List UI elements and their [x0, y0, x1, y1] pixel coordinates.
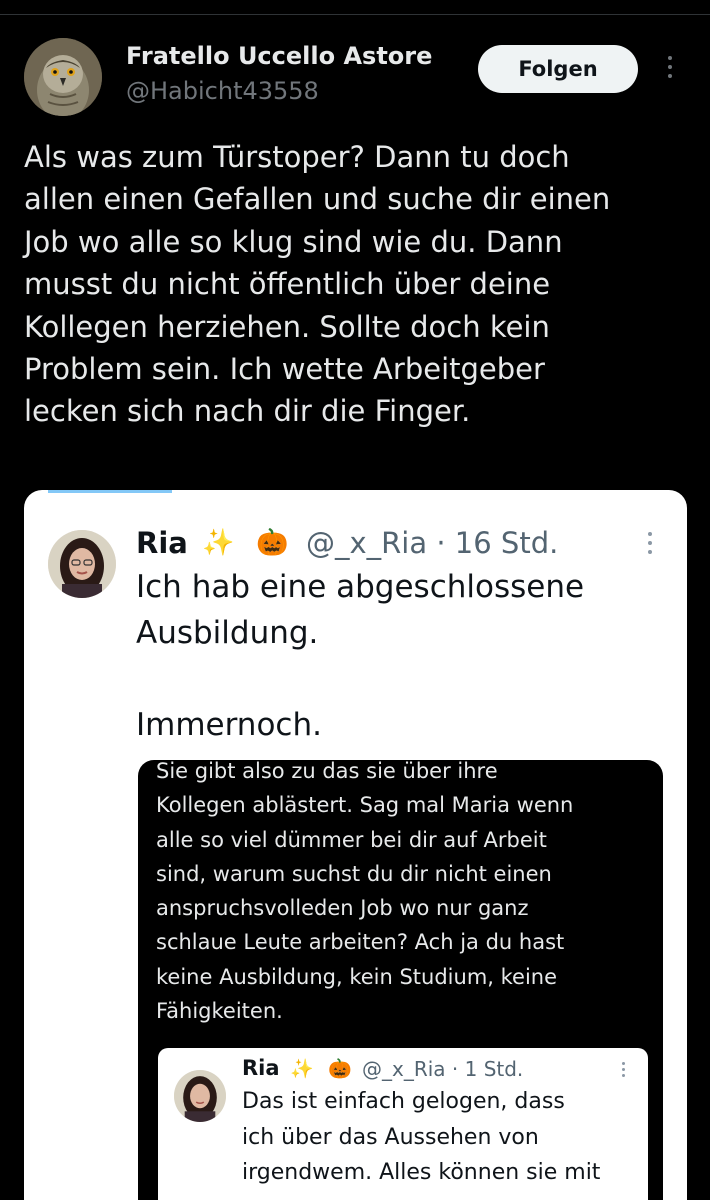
tweet-text: Als was zum Türstoper? Dann tu doch alle… — [24, 136, 694, 433]
author-display-name[interactable]: Fratello Uccello Astore — [126, 42, 432, 70]
inner-quote-line: Das ist einfach gelogen, dass — [242, 1089, 565, 1114]
ria-line — [136, 656, 584, 702]
more-vertical-icon[interactable] — [662, 56, 678, 86]
tweet-line: musst du nicht öffentlich über deine — [24, 267, 551, 302]
tweet-line: Problem sein. Ich wette Arbeitgeber — [24, 352, 545, 387]
ria-avatar — [48, 530, 116, 598]
dark-quote-text: Sie gibt also zu das sie über ihre Kolle… — [156, 760, 656, 1028]
tweet-line: lecken sich nach dir die Finger. — [24, 394, 471, 429]
pumpkin-icon: 🎃 — [328, 1058, 352, 1080]
follow-button[interactable]: Folgen — [478, 45, 638, 93]
tweet-line: Kollegen herziehen. Sollte doch kein — [24, 309, 550, 344]
ria-handle-time: @_x_Ria · 16 Std. — [306, 526, 559, 560]
screenshot-top-bar — [48, 490, 172, 493]
inner-quote-line: ich über das Aussehen von — [242, 1124, 539, 1150]
dark-quote-line: Kollegen ablästert. Sag mal Maria wenn — [156, 793, 574, 818]
hawk-avatar-icon — [24, 38, 102, 116]
ria-name: Ria — [136, 526, 188, 560]
inner-quote-text: Das ist einfach gelogen, dass ich über d… — [242, 1084, 600, 1191]
sparkles-icon: ✨ — [290, 1058, 314, 1080]
dark-quote-line: anspruchsvolleden Job wo nur ganz — [156, 896, 529, 921]
tweet-line: allen einen Gefallen und suche dir einen — [24, 182, 611, 217]
ria-avatar-small — [174, 1070, 226, 1122]
tweet-line: Als was zum Türstoper? Dann tu doch — [24, 140, 570, 174]
quoted-tweet-inner: Ria ✨ 🎃 @_x_Ria · 1 Std. Das ist einfach… — [158, 1048, 648, 1200]
quoted-tweet-dark: Sie gibt also zu das sie über ihre Kolle… — [138, 760, 663, 1200]
dark-quote-line: schlaue Leute arbeiten? Ach ja du hast — [156, 930, 565, 955]
ria-tweet-text: Ich hab eine abgeschlossene Ausbildung. … — [136, 564, 584, 748]
screenshot-more-icon — [646, 532, 654, 562]
dark-quote-line: Fähigkeiten. — [156, 999, 283, 1024]
author-avatar[interactable] — [24, 38, 102, 116]
inner-quote-line: irgendwem. Alles können sie mit — [242, 1160, 601, 1185]
ria-line: Immernoch. — [136, 707, 322, 743]
dark-quote-line: alle so viel dümmer bei dir auf Arbeit — [156, 827, 547, 852]
inner-quote-handle-time: @_x_Ria · 1 Std. — [362, 1057, 524, 1081]
sparkles-icon: ✨ — [202, 528, 235, 558]
top-divider — [0, 0, 710, 15]
inner-quote-more-icon — [620, 1062, 626, 1082]
dark-quote-line: Sie gibt also zu das sie über ihre — [156, 760, 498, 783]
tweet-line: Job wo alle so klug sind wie du. Dann — [24, 224, 563, 259]
inner-quote-name: Ria — [242, 1056, 280, 1080]
attached-screenshot[interactable]: Ria ✨ 🎃 @_x_Ria · 16 Std. Ich hab eine a… — [24, 490, 687, 1200]
dark-quote-line: keine Ausbildung, kein Studium, keine — [156, 964, 558, 989]
ria-line: Ich hab eine abgeschlossene — [136, 569, 585, 605]
author-handle[interactable]: @Habicht43558 — [126, 77, 319, 105]
ria-line: Ausbildung. — [136, 615, 319, 651]
pumpkin-icon: 🎃 — [256, 528, 289, 558]
dark-quote-line: sind, warum suchst du dir nicht einen — [156, 861, 552, 886]
